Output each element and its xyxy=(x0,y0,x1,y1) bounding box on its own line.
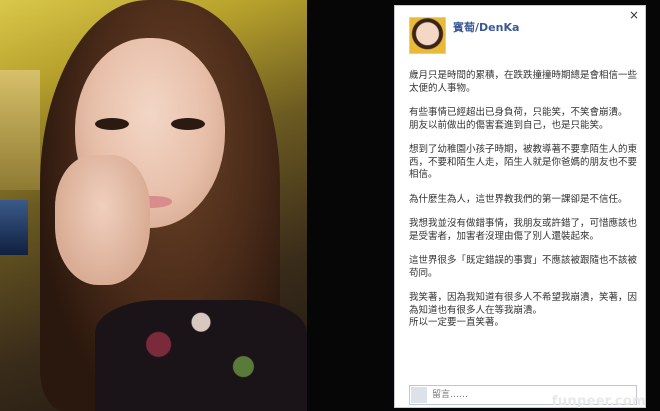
post-paragraph: 想到了幼稚園小孩子時期，被教導著不要拿陌生人的東西，不要和陌生人走，陌生人就是你… xyxy=(409,144,638,180)
comment-avatar xyxy=(411,387,427,403)
post-panel: × 賓萄/DenKa 歲月只是時間的累積，在跌跌撞撞時期總是會相信一些太便的人事… xyxy=(394,5,646,408)
background-shelf xyxy=(0,70,40,190)
photo-eye-left xyxy=(95,118,129,130)
profile-photo xyxy=(0,0,307,411)
post-paragraph: 有些事情已經超出已身負荷，只能笑，不笑會崩潰。 朋友以前做出的傷害套進到自己，也… xyxy=(409,107,628,131)
author-name[interactable]: 賓萄/DenKa xyxy=(453,19,519,35)
close-icon[interactable]: × xyxy=(629,8,639,22)
post-paragraph: 歲月只是時間的累積，在跌跌撞撞時期總是會相信一些太便的人事物。 xyxy=(409,70,638,94)
post-paragraph: 這世界很多「既定錯誤的事實」不應該被跟隨也不該被苟同。 xyxy=(409,255,638,279)
watermark: funpeer.com xyxy=(551,394,646,409)
photo-floral-dress xyxy=(95,300,307,411)
post-body: 歲月只是時間的累積，在跌跌撞撞時期總是會相信一些太便的人事物。 有些事情已經超出… xyxy=(409,70,637,342)
avatar[interactable] xyxy=(409,17,446,54)
photo-hand xyxy=(55,155,150,285)
photo-eye-right xyxy=(171,118,205,130)
post-paragraph: 我想我並沒有做錯事情，我朋友或許錯了，可惜應該也是受害者，加害者沒理由傷了別人還… xyxy=(409,218,638,242)
post-paragraph: 為什麼生為人，這世界教我們的第一課卻是不信任。 xyxy=(409,193,628,205)
post-paragraph: 我笑著，因為我知道有很多人不希望我崩潰，笑著，因為知道也有很多人在等我崩潰。 所… xyxy=(409,292,638,328)
background-tv xyxy=(0,200,28,255)
